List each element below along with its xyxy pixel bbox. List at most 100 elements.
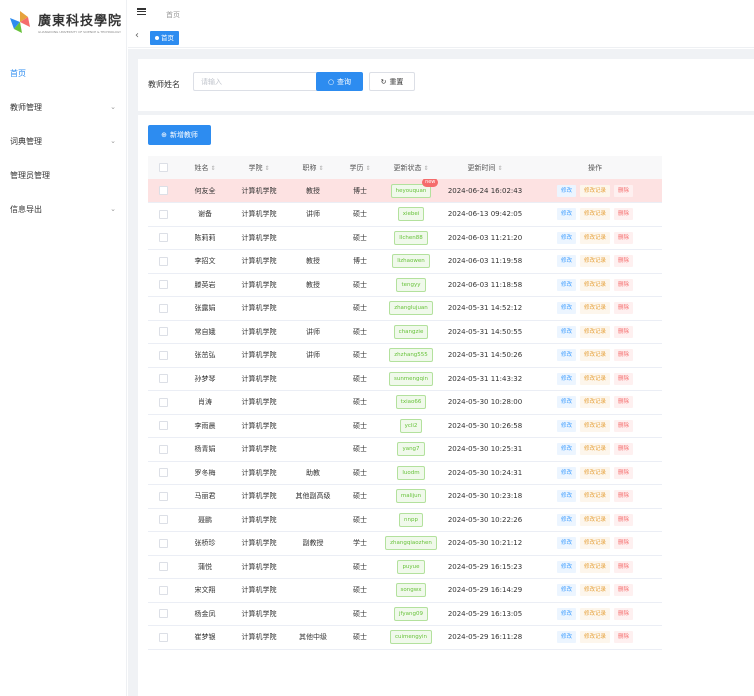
edit-log-button[interactable]: 修改记录 <box>579 231 610 244</box>
delete-button[interactable]: 删除 <box>614 208 634 221</box>
edit-button[interactable]: 修改 <box>556 560 576 573</box>
row-checkbox[interactable] <box>158 421 168 431</box>
edit-button[interactable]: 修改 <box>556 372 576 385</box>
row-checkbox[interactable] <box>158 585 168 595</box>
row-checkbox[interactable] <box>158 444 168 454</box>
row-select-cell[interactable] <box>148 484 178 509</box>
edit-button[interactable]: 修改 <box>556 278 576 291</box>
row-select-cell[interactable] <box>148 625 178 650</box>
table-row[interactable]: 马丽君 计算机学院 其他副高级 硕士 malijun 2024-05-30 10:23:1… <box>148 484 662 509</box>
row-select-cell[interactable] <box>148 508 178 532</box>
row-select-cell[interactable] <box>148 555 178 579</box>
select-all-cell[interactable] <box>148 156 178 179</box>
row-checkbox[interactable] <box>158 186 168 195</box>
delete-button[interactable]: 删除 <box>614 584 634 597</box>
sidebar-item-teacher-management[interactable]: 教师管理 ⌄ <box>0 90 126 124</box>
edit-button[interactable]: 修改 <box>556 255 576 268</box>
row-select-cell[interactable] <box>148 273 178 297</box>
row-select-cell[interactable] <box>148 226 178 250</box>
row-select-cell[interactable] <box>148 296 178 321</box>
row-checkbox[interactable] <box>158 562 168 572</box>
row-select-cell[interactable] <box>148 343 178 368</box>
delete-button[interactable]: 删除 <box>614 607 634 620</box>
edit-log-button[interactable]: 修改记录 <box>579 631 610 644</box>
edit-log-button[interactable]: 修改记录 <box>579 584 610 597</box>
delete-button[interactable]: 删除 <box>614 231 634 244</box>
table-row[interactable]: 张桥珍 计算机学院 副教授 学士 zhangqiaozhen 2024-05-30 10:… <box>148 531 662 556</box>
table-row[interactable]: 何友全 计算机学院 教授 博士 heyouquan new 2024-06-24 16:02… <box>148 179 662 203</box>
row-checkbox[interactable] <box>158 209 168 219</box>
delete-button[interactable]: 删除 <box>614 349 634 362</box>
edit-button[interactable]: 修改 <box>556 184 576 197</box>
row-checkbox[interactable] <box>158 397 168 407</box>
table-row[interactable]: 李招文 计算机学院 教授 博士 lizhaowen 2024-06-03 11:19:58… <box>148 249 662 274</box>
edit-button[interactable]: 修改 <box>556 396 576 409</box>
column-header-time[interactable]: 更新时间 ⇕ <box>442 156 528 179</box>
edit-button[interactable]: 修改 <box>556 490 576 503</box>
edit-button[interactable]: 修改 <box>556 607 576 620</box>
row-checkbox[interactable] <box>158 632 168 642</box>
edit-log-button[interactable]: 修改记录 <box>579 443 610 456</box>
edit-button[interactable]: 修改 <box>556 231 576 244</box>
row-checkbox[interactable] <box>158 515 168 525</box>
query-button[interactable]: ○ 查询 <box>316 72 363 91</box>
delete-button[interactable]: 删除 <box>614 513 634 526</box>
edit-log-button[interactable]: 修改记录 <box>579 560 610 573</box>
column-header-college[interactable]: 学院 ⇕ <box>232 156 286 179</box>
delete-button[interactable]: 删除 <box>614 466 634 479</box>
add-teacher-button[interactable]: ⊕ 新增教师 <box>148 125 211 145</box>
row-select-cell[interactable] <box>148 367 178 391</box>
delete-button[interactable]: 删除 <box>614 419 634 432</box>
edit-log-button[interactable]: 修改记录 <box>579 325 610 338</box>
edit-button[interactable]: 修改 <box>556 419 576 432</box>
logo[interactable]: 廣東科技學院 GUANGDONG UNIVERSITY OF SCIENCE &… <box>0 0 126 44</box>
row-select-cell[interactable] <box>148 437 178 462</box>
edit-button[interactable]: 修改 <box>556 208 576 221</box>
tab-home[interactable]: 首页 <box>150 31 179 45</box>
delete-button[interactable]: 删除 <box>614 278 634 291</box>
edit-button[interactable]: 修改 <box>556 537 576 550</box>
edit-log-button[interactable]: 修改记录 <box>579 255 610 268</box>
select-all-checkbox[interactable] <box>158 163 168 172</box>
table-row[interactable]: 杨金凤 计算机学院 硕士 jfyang09 2024-05-29 16:13:05 修改修… <box>148 602 662 626</box>
edit-button[interactable]: 修改 <box>556 302 576 315</box>
row-select-cell[interactable] <box>148 461 178 485</box>
row-select-cell[interactable] <box>148 602 178 626</box>
column-header-status[interactable]: 更新状态 ⇕ <box>380 156 442 179</box>
chevron-left-icon[interactable]: ‹ <box>135 31 139 41</box>
teacher-name-input[interactable] <box>193 72 333 91</box>
table-row[interactable]: 蒲悦 计算机学院 硕士 puyue 2024-05-29 16:15:23 修改 修改记录删… <box>148 555 662 579</box>
delete-button[interactable]: 删除 <box>614 443 634 456</box>
edit-log-button[interactable]: 修改记录 <box>579 419 610 432</box>
edit-log-button[interactable]: 修改记录 <box>579 490 610 503</box>
edit-log-button[interactable]: 修改记录 <box>579 396 610 409</box>
menu-toggle-icon[interactable] <box>137 8 146 15</box>
row-select-cell[interactable] <box>148 531 178 556</box>
table-row[interactable]: 肖涛 计算机学院 硕士 txiao66 2024-05-30 10:28:00 修改 修改记… <box>148 390 662 415</box>
edit-log-button[interactable]: 修改记录 <box>579 513 610 526</box>
row-checkbox[interactable] <box>158 350 168 360</box>
row-select-cell[interactable] <box>148 414 178 438</box>
delete-button[interactable]: 删除 <box>614 255 634 268</box>
table-row[interactable]: 滕英岩 计算机学院 教授 硕士 tengyy 2024-06-03 11:18:58 修改修… <box>148 273 662 297</box>
edit-button[interactable]: 修改 <box>556 325 576 338</box>
delete-button[interactable]: 删除 <box>614 372 634 385</box>
row-select-cell[interactable] <box>148 578 178 603</box>
edit-log-button[interactable]: 修改记录 <box>579 466 610 479</box>
row-checkbox[interactable] <box>158 609 168 619</box>
edit-log-button[interactable]: 修改记录 <box>579 278 610 291</box>
edit-log-button[interactable]: 修改记录 <box>579 208 610 221</box>
delete-button[interactable]: 删除 <box>614 537 634 550</box>
edit-button[interactable]: 修改 <box>556 466 576 479</box>
column-header-title[interactable]: 职称 ⇕ <box>286 156 340 179</box>
edit-log-button[interactable]: 修改记录 <box>579 349 610 362</box>
reset-button[interactable]: ↻ 重置 <box>369 72 415 91</box>
delete-button[interactable]: 删除 <box>614 396 634 409</box>
table-row[interactable]: 杨青娟 计算机学院 硕士 yang7 2024-05-30 10:25:31 修改 修改记录… <box>148 437 662 462</box>
edit-button[interactable]: 修改 <box>556 443 576 456</box>
delete-button[interactable]: 删除 <box>614 560 634 573</box>
row-checkbox[interactable] <box>158 303 168 313</box>
table-row[interactable]: 孙梦琴 计算机学院 硕士 sunmengqin 2024-05-31 11:43:32 修… <box>148 367 662 391</box>
delete-button[interactable]: 删除 <box>614 302 634 315</box>
row-select-cell[interactable] <box>148 249 178 274</box>
